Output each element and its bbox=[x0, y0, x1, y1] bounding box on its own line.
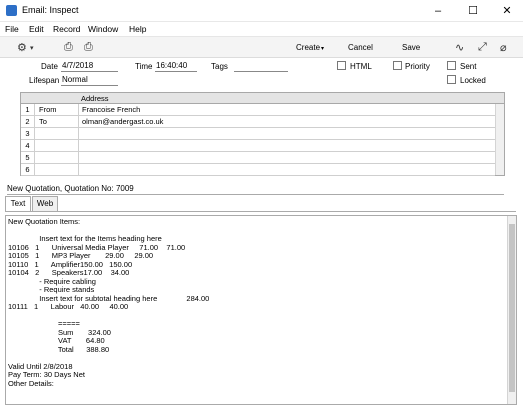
save-button[interactable]: Save bbox=[402, 43, 420, 52]
table-row[interactable]: 6 bbox=[21, 164, 495, 176]
address-column-header: Address bbox=[81, 94, 109, 103]
time-field[interactable]: 16:40:40 bbox=[155, 61, 197, 72]
print-icon[interactable]: ⎙ bbox=[64, 41, 73, 54]
row-number: 4 bbox=[21, 140, 35, 152]
tags-field[interactable] bbox=[234, 61, 288, 72]
print-preview-icon[interactable]: ⎙ bbox=[84, 41, 93, 54]
html-label: HTML bbox=[350, 62, 372, 71]
record-content: Date 4/7/2018 Time 16:40:40 Tags HTML Pr… bbox=[0, 58, 523, 408]
table-row[interactable]: 1 From Francoise French bbox=[21, 104, 495, 116]
address-grid-header: Address bbox=[21, 93, 504, 104]
create-dropdown-icon[interactable]: ▾ bbox=[321, 45, 324, 52]
sent-checkbox[interactable] bbox=[447, 61, 456, 70]
email-body-text[interactable]: New Quotation Items: Insert text for the… bbox=[8, 217, 503, 388]
minimize-button[interactable]: – bbox=[421, 0, 455, 22]
address-type-cell[interactable]: To bbox=[35, 116, 79, 128]
subject-field[interactable]: New Quotation, Quotation No: 7009 bbox=[7, 184, 504, 195]
date-field[interactable]: 4/7/2018 bbox=[61, 61, 118, 72]
email-body[interactable]: New Quotation Items: Insert text for the… bbox=[5, 215, 517, 405]
expand-icon[interactable]: ⤢ bbox=[478, 41, 487, 54]
menu-file[interactable]: File bbox=[5, 24, 19, 34]
row-number: 6 bbox=[21, 164, 35, 176]
tab-text[interactable]: Text bbox=[5, 196, 31, 212]
menu-record[interactable]: Record bbox=[53, 24, 80, 34]
menu-help[interactable]: Help bbox=[129, 24, 146, 34]
locked-label: Locked bbox=[460, 76, 486, 85]
menu-bar: File Edit Record Window Help bbox=[0, 22, 523, 36]
html-checkbox[interactable] bbox=[337, 61, 346, 70]
address-cell[interactable]: Francoise French bbox=[79, 104, 495, 116]
sent-label: Sent bbox=[460, 62, 477, 71]
menu-edit[interactable]: Edit bbox=[29, 24, 44, 34]
address-grid-scrollbar[interactable] bbox=[495, 104, 504, 175]
attachment-icon[interactable]: ⌀ bbox=[500, 41, 507, 54]
table-row[interactable]: 3 bbox=[21, 128, 495, 140]
title-bar: Email: Inspect – ☐ ✕ bbox=[0, 0, 523, 22]
priority-checkbox[interactable] bbox=[393, 61, 402, 70]
row-number: 3 bbox=[21, 128, 35, 140]
address-type-cell[interactable] bbox=[35, 152, 79, 164]
address-grid: Address 1 From Francoise French 2 To olm… bbox=[20, 92, 505, 176]
tags-label: Tags bbox=[211, 62, 228, 71]
address-type-cell[interactable] bbox=[35, 164, 79, 176]
address-cell[interactable] bbox=[79, 128, 495, 140]
cancel-button[interactable]: Cancel bbox=[348, 43, 373, 52]
create-button[interactable]: Create bbox=[296, 43, 320, 52]
app-icon bbox=[6, 5, 17, 16]
address-cell[interactable] bbox=[79, 140, 495, 152]
address-type-cell[interactable] bbox=[35, 128, 79, 140]
date-label: Date bbox=[41, 62, 58, 71]
priority-label: Priority bbox=[405, 62, 430, 71]
row-number: 1 bbox=[21, 104, 35, 116]
tab-divider bbox=[5, 211, 516, 212]
table-row[interactable]: 5 bbox=[21, 152, 495, 164]
scrollbar-thumb[interactable] bbox=[509, 224, 515, 392]
email-body-scrollbar[interactable] bbox=[507, 216, 516, 404]
row-number: 5 bbox=[21, 152, 35, 164]
locked-checkbox[interactable] bbox=[447, 75, 456, 84]
lifespan-label: Lifespan bbox=[29, 76, 60, 85]
maximize-button[interactable]: ☐ bbox=[456, 0, 490, 22]
gear-icon[interactable]: ⚙ bbox=[17, 41, 27, 54]
address-cell[interactable] bbox=[79, 164, 495, 176]
menu-window[interactable]: Window bbox=[88, 24, 118, 34]
window-title: Email: Inspect bbox=[22, 5, 79, 15]
address-type-cell[interactable] bbox=[35, 140, 79, 152]
lifespan-field[interactable]: Normal bbox=[61, 75, 118, 86]
chevron-down-icon[interactable]: ▾ bbox=[30, 44, 34, 52]
activity-icon[interactable]: ∿ bbox=[455, 41, 464, 54]
address-type-cell[interactable]: From bbox=[35, 104, 79, 116]
table-row[interactable]: 2 To olman@andergast.co.uk bbox=[21, 116, 495, 128]
address-cell[interactable]: olman@andergast.co.uk bbox=[79, 116, 495, 128]
time-label: Time bbox=[135, 62, 153, 71]
address-cell[interactable] bbox=[79, 152, 495, 164]
row-number: 2 bbox=[21, 116, 35, 128]
tab-web[interactable]: Web bbox=[32, 196, 58, 212]
toolbar: ⚙ ▾ ⎙ ⎙ Create ▾ Cancel Save ∿ ⤢ ⌀ bbox=[0, 36, 523, 58]
close-button[interactable]: ✕ bbox=[490, 0, 523, 22]
table-row[interactable]: 4 bbox=[21, 140, 495, 152]
